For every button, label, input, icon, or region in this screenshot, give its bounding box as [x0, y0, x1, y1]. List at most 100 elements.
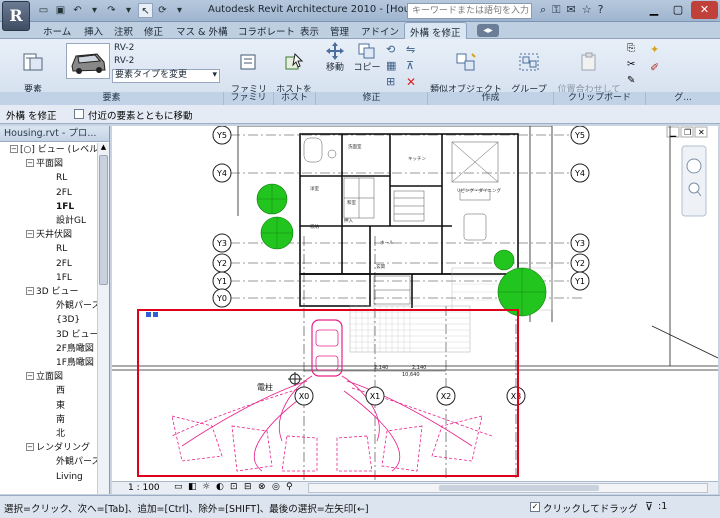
minimize-button[interactable]: ▁	[643, 1, 665, 19]
mirror-icon[interactable]: ⇋	[406, 43, 415, 56]
maximize-button[interactable]: ▢	[667, 1, 689, 19]
browser-tree-item[interactable]: Living	[56, 470, 83, 484]
redo-icon[interactable]: ↷	[104, 3, 119, 18]
browser-tree-item[interactable]: RL	[56, 171, 67, 185]
application-menu-button[interactable]: R	[2, 1, 30, 31]
grid-bubble-x3[interactable]: X3	[506, 386, 526, 406]
view-scale[interactable]: 1 : 100	[128, 483, 160, 493]
browser-tree-item[interactable]: 1FL	[56, 200, 74, 214]
sun-path-icon[interactable]: ☼	[202, 482, 210, 492]
browser-tree-item[interactable]: − 立面図	[26, 370, 63, 384]
browser-tree-item[interactable]: − 平面図	[26, 157, 63, 171]
tree-collapse-icon[interactable]: −	[26, 287, 34, 295]
move-button[interactable]: 移動	[320, 41, 350, 74]
tab-modify[interactable]: 修正	[144, 24, 163, 38]
change-type-dropdown[interactable]: 要素タイプを変更 ▾	[112, 69, 220, 83]
tab-massing-site[interactable]: マス & 外構	[176, 24, 227, 38]
array-icon[interactable]: ▦	[386, 59, 396, 72]
close-button[interactable]: ✕	[691, 1, 718, 19]
help-icon[interactable]: ?	[598, 3, 604, 17]
scroll-up-icon[interactable]: ▲	[98, 143, 109, 153]
browser-tree-item[interactable]: 設計GL	[56, 214, 86, 228]
tree-collapse-icon[interactable]: −	[26, 159, 34, 168]
analysis-icon[interactable]: ⚲	[286, 482, 293, 492]
browser-tree-item[interactable]: 3D ビュー	[56, 328, 99, 342]
copy-to-clipboard-icon[interactable]: ⎘	[627, 43, 635, 54]
browser-tree-item[interactable]: 南	[56, 413, 65, 427]
tree-collapse-icon[interactable]: −	[10, 145, 18, 153]
shadows-icon[interactable]: ◐	[216, 482, 224, 492]
horizontal-scrollbar[interactable]	[308, 483, 708, 493]
undo-dropdown-icon[interactable]: ▾	[87, 3, 102, 18]
subscription-icon[interactable]: ⚿	[552, 3, 560, 17]
pin-icon[interactable]: ⊼	[406, 59, 414, 72]
browser-tree-item[interactable]: 1F鳥瞰図	[56, 356, 94, 370]
grid-bubble-y3-right[interactable]: Y3	[570, 233, 590, 253]
temporary-hide-icon[interactable]: ⊗	[258, 482, 266, 492]
grid-bubble-x2[interactable]: X2	[436, 386, 456, 406]
open-icon[interactable]: ▭	[36, 3, 51, 18]
match-type-icon[interactable]: ✎	[627, 75, 635, 86]
qat-dropdown-icon[interactable]: ▾	[172, 3, 187, 18]
lightbulb-icon[interactable]: ✦	[650, 43, 659, 56]
browser-tree-item[interactable]: 2FL	[56, 257, 72, 271]
paint-icon[interactable]: ✐	[650, 61, 659, 74]
tab-manage[interactable]: 管理	[330, 24, 349, 38]
browser-tree-item[interactable]: {3D}	[56, 313, 80, 327]
horizontal-scroll-thumb[interactable]	[439, 485, 599, 491]
tree-collapse-icon[interactable]: −	[26, 230, 34, 239]
utility-pole[interactable]: 電柱	[257, 372, 302, 392]
tab-insert[interactable]: 挿入	[84, 24, 103, 38]
sync-icon[interactable]: ⟳	[155, 3, 170, 18]
tab-annotate[interactable]: 注釈	[114, 24, 133, 38]
browser-tree-item[interactable]: 外観パース	[56, 455, 101, 469]
grid-bubble-y2-right[interactable]: Y2	[570, 253, 590, 273]
grid-bubble-y0-left[interactable]: Y0	[212, 288, 232, 308]
grid-bubble-y5-right[interactable]: Y5	[570, 126, 590, 145]
browser-tree-item[interactable]: 西	[56, 384, 65, 398]
grid-bubble-y5-left[interactable]: Y5	[212, 126, 232, 145]
browser-tree-item[interactable]: 1FL	[56, 271, 72, 285]
grid-bubble-y3-left[interactable]: Y3	[212, 233, 232, 253]
tab-addins[interactable]: アドイン	[361, 24, 399, 38]
redo-dropdown-icon[interactable]: ▾	[121, 3, 136, 18]
move-handle-icon[interactable]	[146, 312, 158, 317]
browser-scrollbar[interactable]: ▲	[97, 143, 109, 494]
drawing-canvas[interactable]: ▁ ❐ ✕ 洗面室 キッチン リビング・ダイニング 和室 ホール 玄関 収納 押…	[112, 126, 718, 481]
grid-bubble-y4-right[interactable]: Y4	[570, 163, 590, 183]
browser-tree-item[interactable]: 2FL	[56, 186, 72, 200]
favorites-icon[interactable]: ☆	[582, 3, 592, 17]
scale-icon[interactable]: ⊞	[386, 75, 395, 88]
drag-checkbox[interactable]: ✓	[530, 502, 540, 512]
reveal-hidden-icon[interactable]: ◎	[272, 482, 280, 492]
save-icon[interactable]: ▣	[53, 3, 68, 18]
grid-bubble-y1-left[interactable]: Y1	[212, 271, 232, 291]
grid-bubble-x1[interactable]: X1	[365, 386, 385, 406]
move-with-nearby-checkbox[interactable]	[74, 109, 84, 119]
copy-button[interactable]: コピー	[352, 41, 382, 74]
scroll-thumb[interactable]	[99, 155, 108, 285]
ribbon-minimize-icon[interactable]: ◂▸	[477, 24, 499, 37]
binoculars-icon[interactable]: ⌕	[540, 3, 546, 17]
show-crop-icon[interactable]: ⊟	[244, 482, 252, 492]
visual-style-icon[interactable]: ◧	[188, 482, 197, 492]
cut-icon[interactable]: ✂	[627, 59, 635, 70]
filter-icon[interactable]: ⊽	[645, 500, 653, 513]
browser-tree-item[interactable]: − 天井伏図	[26, 228, 72, 242]
undo-icon[interactable]: ↶	[70, 3, 85, 18]
tab-modify-site[interactable]: 外構 を修正	[404, 22, 467, 39]
grid-bubble-x0[interactable]: X0	[294, 386, 314, 406]
browser-tree-item[interactable]: −3D ビュー	[26, 285, 79, 299]
grid-bubble-y4-left[interactable]: Y4	[212, 163, 232, 183]
select-arrow-icon[interactable]: ↖	[138, 3, 153, 18]
search-input[interactable]: キーワードまたは語句を入力	[407, 3, 532, 19]
tab-home[interactable]: ホーム	[43, 24, 71, 38]
browser-tree-item[interactable]: 北	[56, 427, 65, 441]
tree-collapse-icon[interactable]: −	[26, 372, 34, 381]
navigation-bar[interactable]	[681, 145, 707, 217]
grid-bubble-y2-left[interactable]: Y2	[212, 253, 232, 273]
tree-collapse-icon[interactable]: −	[26, 443, 34, 452]
tab-view[interactable]: 表示	[300, 24, 319, 38]
crop-view-icon[interactable]: ⊡	[230, 482, 238, 492]
tab-collaborate[interactable]: コラボレート	[238, 24, 295, 38]
